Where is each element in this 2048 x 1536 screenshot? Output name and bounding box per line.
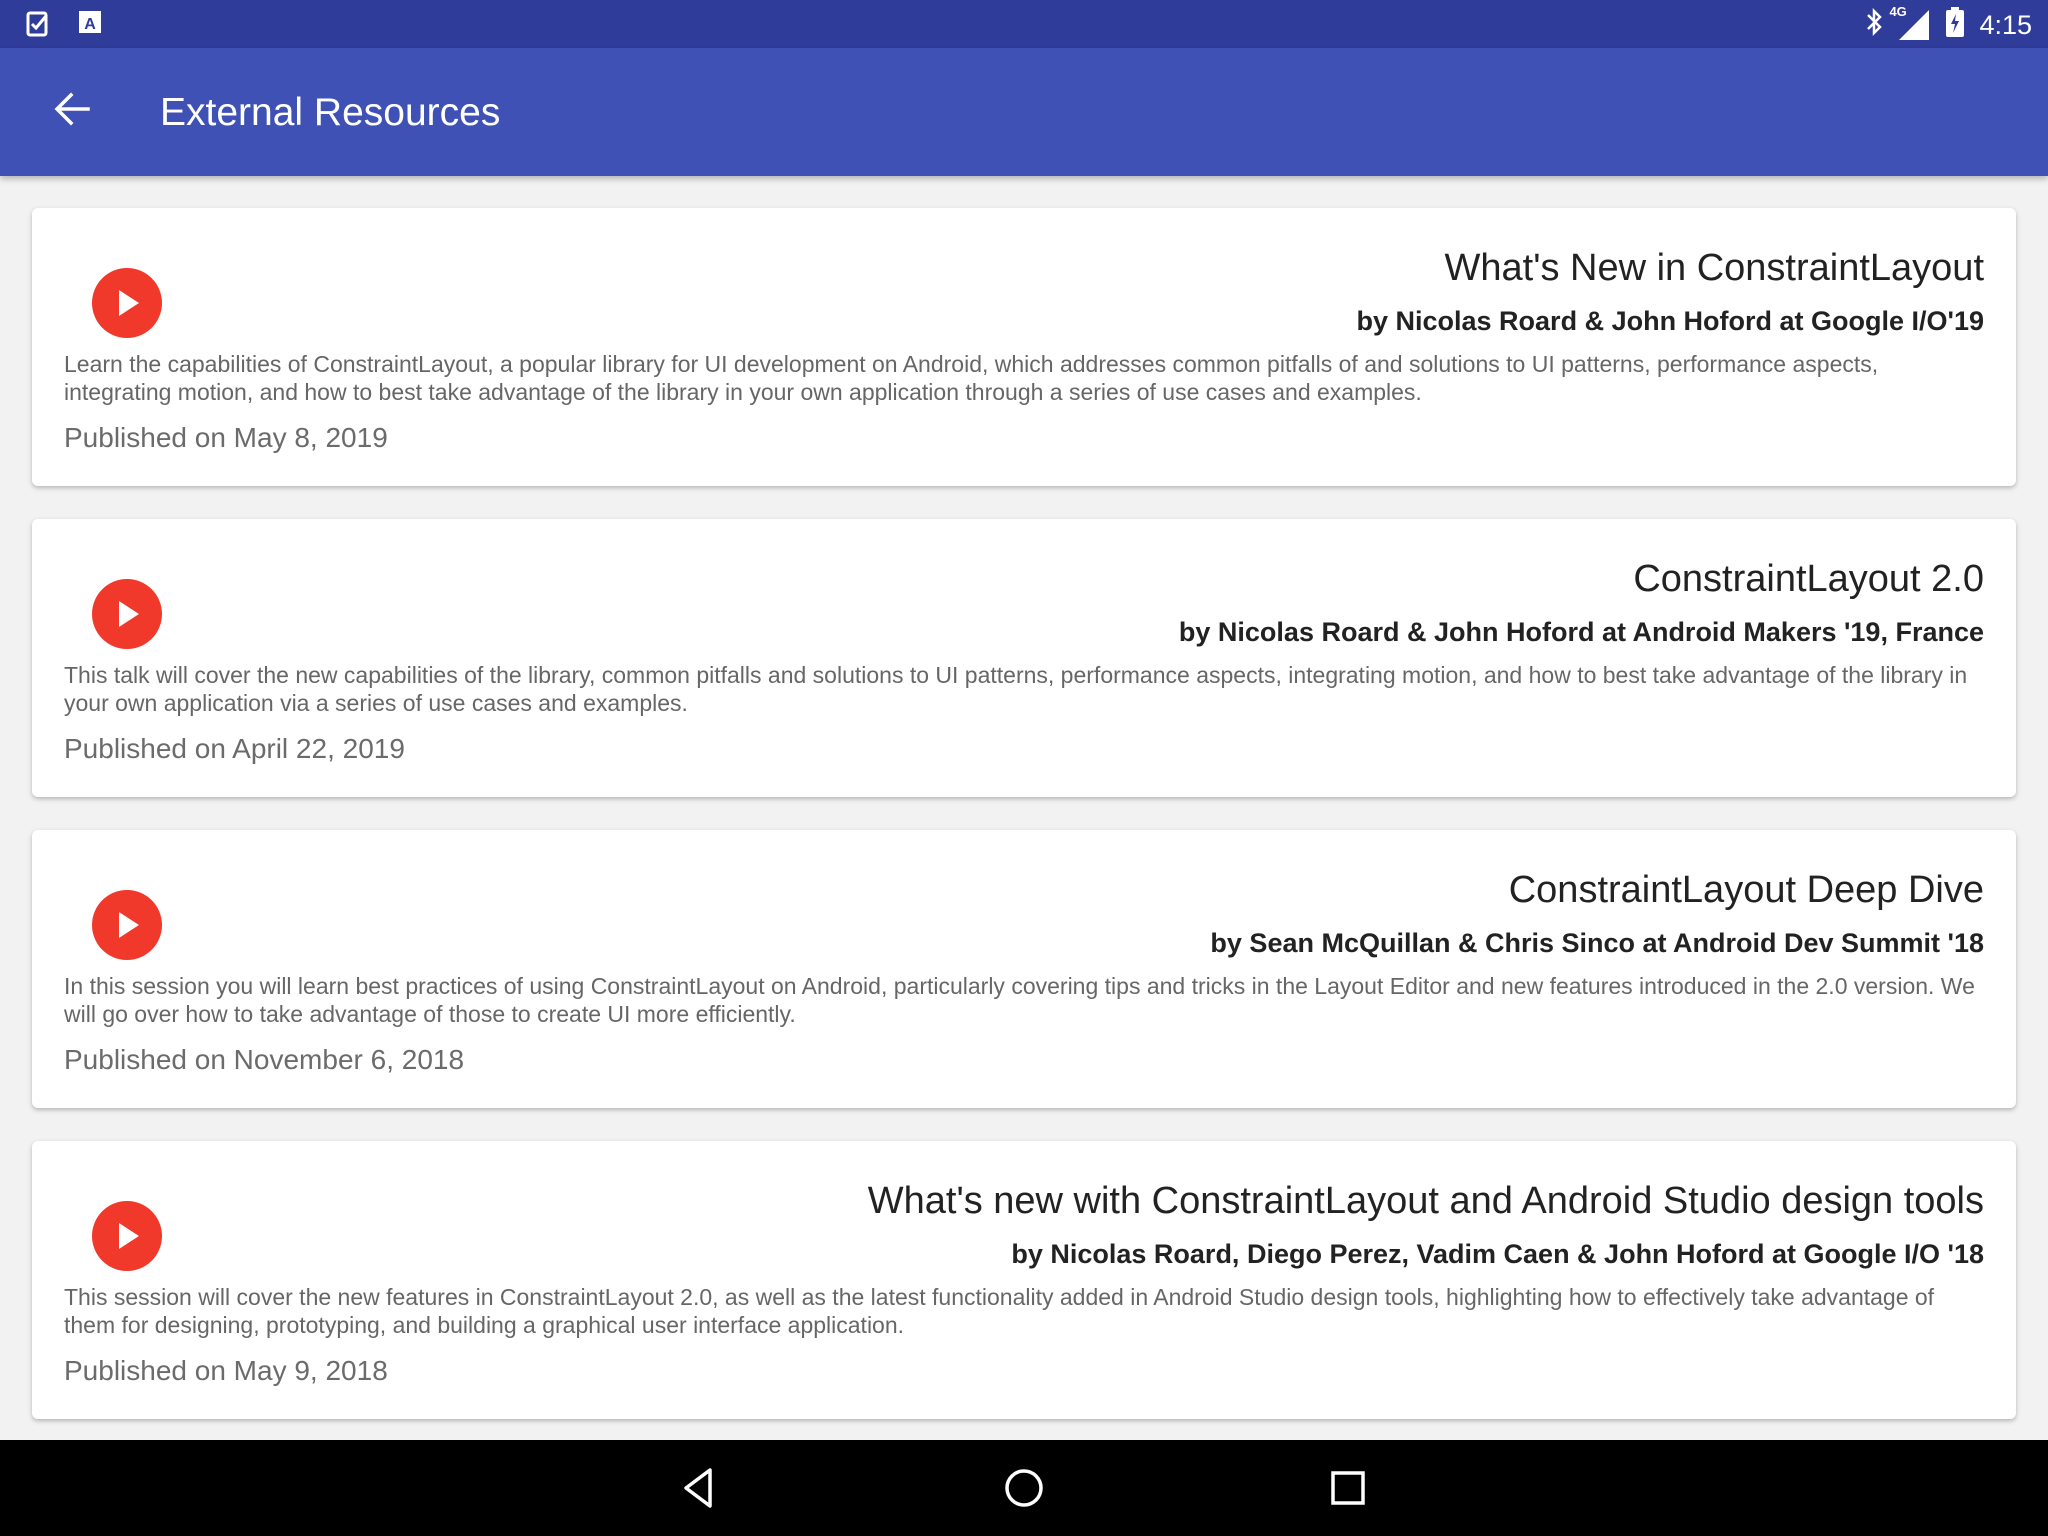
nav-home-button[interactable] xyxy=(1000,1464,1048,1512)
system-nav-bar xyxy=(0,1440,2048,1536)
resource-description: In this session you will learn best prac… xyxy=(64,973,1975,1027)
nav-back-button[interactable] xyxy=(676,1464,724,1512)
resource-title: ConstraintLayout 2.0 xyxy=(1633,558,1984,600)
play-icon xyxy=(119,601,139,627)
resource-date: Published on April 22, 2019 xyxy=(64,733,405,764)
nav-recents-button[interactable] xyxy=(1324,1464,1372,1512)
font-a-icon: A xyxy=(78,10,102,43)
back-button[interactable] xyxy=(44,82,100,138)
play-button[interactable] xyxy=(92,890,162,960)
status-right: 4G 4:15 xyxy=(1865,4,2032,43)
signal-icon: 4G xyxy=(1889,4,1931,42)
play-icon xyxy=(119,912,139,938)
status-time: 4:15 xyxy=(1979,9,2032,40)
resource-card[interactable]: What's New in ConstraintLayout by Nicola… xyxy=(32,208,2016,486)
arrow-left-icon xyxy=(54,92,90,126)
resource-title: ConstraintLayout Deep Dive xyxy=(1508,869,1984,911)
resource-description: This session will cover the new features… xyxy=(64,1284,1935,1338)
resource-date: Published on May 8, 2019 xyxy=(64,422,388,453)
resource-description: Learn the capabilities of ConstraintLayo… xyxy=(64,351,1879,405)
status-left: A xyxy=(26,10,102,43)
svg-text:A: A xyxy=(84,16,96,33)
battery-icon xyxy=(1945,6,1965,43)
play-icon xyxy=(119,1223,139,1249)
resource-list: What's New in ConstraintLayout by Nicola… xyxy=(32,208,2016,1452)
network-label: 4G xyxy=(1889,3,1907,19)
resource-author: by Nicolas Roard & John Hoford at Androi… xyxy=(1178,617,1984,647)
play-icon xyxy=(119,290,139,316)
play-button[interactable] xyxy=(92,579,162,649)
resource-card[interactable]: ConstraintLayout Deep Dive by Sean McQui… xyxy=(32,830,2016,1108)
resource-description: This talk will cover the new capabilitie… xyxy=(64,662,1968,716)
bluetooth-icon xyxy=(1865,7,1883,42)
home-circle-icon xyxy=(1005,1469,1043,1507)
resource-author: by Sean McQuillan & Chris Sinco at Andro… xyxy=(1210,928,1984,958)
resource-title: What's New in ConstraintLayout xyxy=(1444,247,1985,289)
resource-card[interactable]: ConstraintLayout 2.0 by Nicolas Roard & … xyxy=(32,519,2016,797)
app-bar: External Resources xyxy=(0,48,2048,176)
page-title: External Resources xyxy=(160,91,501,134)
recents-square-icon xyxy=(1331,1471,1365,1505)
resource-date: Published on November 6, 2018 xyxy=(64,1044,465,1075)
resource-date: Published on May 9, 2018 xyxy=(64,1355,388,1386)
resource-title: What's new with ConstraintLayout and And… xyxy=(867,1180,1984,1222)
resource-author: by Nicolas Roard & John Hoford at Google… xyxy=(1356,306,1985,336)
checklist-icon xyxy=(26,10,52,43)
status-bar: A 4G 4:15 xyxy=(0,0,2048,48)
resource-author: by Nicolas Roard, Diego Perez, Vadim Cae… xyxy=(1011,1239,1984,1269)
resource-card[interactable]: What's new with ConstraintLayout and And… xyxy=(32,1141,2016,1419)
play-button[interactable] xyxy=(92,268,162,338)
back-triangle-icon xyxy=(684,1468,712,1508)
play-button[interactable] xyxy=(92,1201,162,1271)
